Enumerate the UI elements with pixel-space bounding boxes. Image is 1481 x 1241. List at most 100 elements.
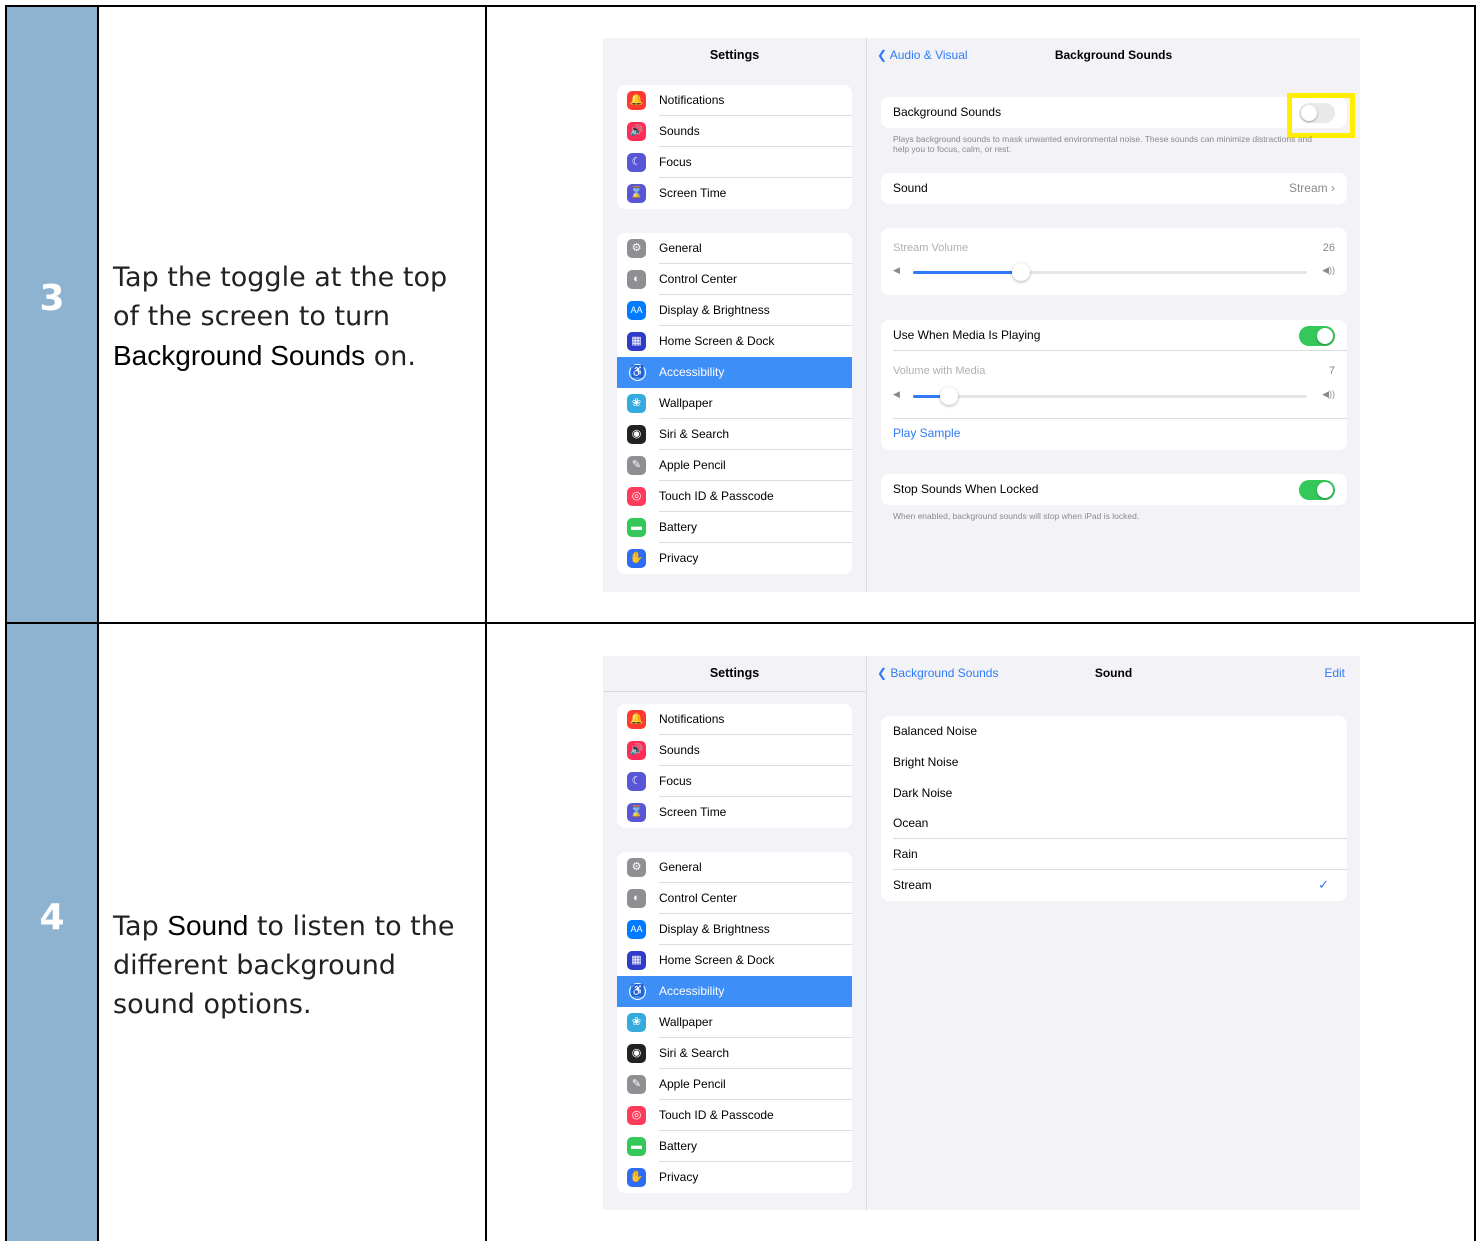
sidebar-item-sounds[interactable]: 🔊 Sounds	[617, 735, 852, 766]
display-icon: AA	[627, 301, 646, 320]
sound-option-label: Ocean	[893, 816, 929, 831]
screenshot-step-4: Settings 🔔 Notifications 🔊 Sounds ☾ Focus ⌛ Scr…	[603, 656, 1360, 1210]
sidebar-item-label: Wallpaper	[659, 1015, 713, 1029]
sidebar-item-label: Siri & Search	[659, 1046, 730, 1060]
accessibility-icon: ♿	[629, 364, 646, 381]
sidebar-item-battery[interactable]: ▬ Battery	[617, 512, 852, 543]
sidebar-title: Settings	[709, 666, 760, 680]
instruction-text: Tap	[113, 911, 168, 942]
sidebar-item-display-brightness[interactable]: AA Display & Brightness	[617, 295, 852, 326]
sidebar-item-apple-pencil[interactable]: ✎ Apple Pencil	[617, 1069, 852, 1100]
volume-low-icon: ◀	[893, 389, 900, 399]
privacy-icon: ✋	[627, 549, 646, 568]
volume-media-label: Volume with Media	[893, 365, 986, 377]
sound-label: Sound	[893, 181, 928, 195]
pencil-icon: ✎	[627, 1075, 646, 1094]
sound-option-stream[interactable]: Stream ✓	[881, 870, 1347, 901]
step-4-instruction: Tap Sound to listen to the different bac…	[113, 906, 478, 1024]
stream-volume-slider[interactable]	[913, 263, 1307, 281]
sidebar-item-siri-search[interactable]: ◉ Siri & Search	[617, 419, 852, 450]
table-border-col1	[97, 5, 99, 1241]
use-media-label: Use When Media Is Playing	[893, 328, 1041, 342]
nav-bar: ❮ Audio & Visual Background Sounds	[867, 38, 1360, 74]
sidebar-item-label: Home Screen & Dock	[659, 953, 775, 967]
settings-sidebar: Settings 🔔 Notifications 🔊 Sounds ☾ Focus ⌛ Scr…	[603, 656, 866, 1210]
sidebar-item-touch-id-passcode[interactable]: ◎ Touch ID & Passcode	[617, 481, 852, 512]
general-icon: ⚙	[627, 239, 646, 258]
wallpaper-icon: ❀	[627, 1013, 646, 1032]
use-media-row: Use When Media Is Playing	[881, 320, 1347, 351]
sidebar-item-label: Touch ID & Passcode	[659, 1108, 774, 1122]
sidebar-item-battery[interactable]: ▬ Battery	[617, 1131, 852, 1162]
bg-sounds-card: Background Sounds	[881, 97, 1347, 128]
use-media-toggle[interactable]	[1299, 326, 1335, 346]
slider-knob[interactable]	[940, 387, 958, 405]
media-card: Use When Media Is Playing Volume with Me…	[881, 320, 1347, 450]
sidebar-item-label: Privacy	[659, 551, 699, 565]
volume-low-icon: ◀	[893, 265, 900, 275]
stream-volume-value: 26	[1322, 242, 1335, 254]
sidebar-item-screen-time[interactable]: ⌛ Screen Time	[617, 178, 852, 209]
sidebar-item-general[interactable]: ⚙ General	[617, 852, 852, 883]
sidebar-item-label: Sounds	[659, 124, 700, 138]
accessibility-icon: ♿	[629, 983, 646, 1000]
volume-high-icon: ◀))	[1322, 389, 1335, 399]
sidebar-item-display-brightness[interactable]: AA Display & Brightness	[617, 914, 852, 945]
sidebar-item-sounds[interactable]: 🔊 Sounds	[617, 116, 852, 147]
sidebar-item-general[interactable]: ⚙ General	[617, 233, 852, 264]
stop-locked-row: Stop Sounds When Locked	[881, 474, 1347, 505]
sidebar-item-screen-time[interactable]: ⌛ Screen Time	[617, 797, 852, 828]
sidebar-item-control-center[interactable]: ◐ Control Center	[617, 264, 852, 295]
sidebar-group-2: ⚙ General ◐ Control Center AA Display & Brigh…	[617, 852, 852, 1193]
stop-locked-label: Stop Sounds When Locked	[893, 482, 1039, 496]
sound-option-ocean[interactable]: Ocean	[881, 808, 1347, 840]
volume-media-slider[interactable]	[913, 387, 1307, 405]
sidebar-group-1: 🔔 Notifications 🔊 Sounds ☾ Focus ⌛ Screen Time	[617, 85, 852, 209]
sidebar-item-label: Home Screen & Dock	[659, 334, 775, 348]
sidebar-item-label: Accessibility	[659, 984, 725, 998]
sound-options-list: Balanced Noise Bright Noise Dark Noise Ocea…	[881, 716, 1347, 901]
sidebar-item-accessibility[interactable]: ♿ Accessibility	[617, 976, 852, 1007]
stop-locked-toggle[interactable]	[1299, 480, 1335, 500]
chevron-right-icon: ›	[1331, 181, 1335, 195]
sidebar-item-wallpaper[interactable]: ❀ Wallpaper	[617, 1007, 852, 1038]
sidebar-item-notifications[interactable]: 🔔 Notifications	[617, 704, 852, 735]
sidebar-item-touch-id-passcode[interactable]: ◎ Touch ID & Passcode	[617, 1100, 852, 1131]
notifications-icon: 🔔	[627, 91, 646, 110]
sidebar-item-siri-search[interactable]: ◉ Siri & Search	[617, 1038, 852, 1069]
battery-icon: ▬	[627, 518, 646, 537]
control-center-icon: ◐	[627, 889, 646, 908]
sidebar-item-label: Apple Pencil	[659, 1077, 726, 1091]
sidebar-item-privacy[interactable]: ✋ Privacy	[617, 1162, 852, 1193]
sidebar-item-apple-pencil[interactable]: ✎ Apple Pencil	[617, 450, 852, 481]
sidebar-item-notifications[interactable]: 🔔 Notifications	[617, 85, 852, 116]
separator	[893, 350, 1347, 351]
nav-title: Background Sounds	[1054, 48, 1173, 62]
sound-option-bright-noise[interactable]: Bright Noise	[881, 747, 1347, 778]
slider-knob[interactable]	[1012, 263, 1030, 281]
play-sample-button[interactable]: Play Sample	[893, 426, 960, 440]
sidebar-item-focus[interactable]: ☾ Focus	[617, 766, 852, 797]
sound-row[interactable]: Sound Stream ›	[881, 173, 1347, 204]
sidebar-item-wallpaper[interactable]: ❀ Wallpaper	[617, 388, 852, 419]
home-screen-icon: ▦	[627, 332, 646, 351]
edit-button[interactable]: Edit	[1324, 666, 1345, 680]
sidebar-item-home-screen-dock[interactable]: ▦ Home Screen & Dock	[617, 326, 852, 357]
sidebar-item-control-center[interactable]: ◐ Control Center	[617, 883, 852, 914]
sidebar-item-accessibility[interactable]: ♿ Accessibility	[617, 357, 852, 388]
sound-option-dark-noise[interactable]: Dark Noise	[881, 778, 1347, 809]
sidebar-item-privacy[interactable]: ✋ Privacy	[617, 543, 852, 574]
sidebar-item-focus[interactable]: ☾ Focus	[617, 147, 852, 178]
sound-option-balanced-noise[interactable]: Balanced Noise	[881, 716, 1347, 747]
step-number: 3	[39, 278, 65, 319]
sidebar-item-label: Siri & Search	[659, 427, 730, 441]
instruction-text: on.	[365, 341, 416, 372]
notifications-icon: 🔔	[627, 710, 646, 729]
volume-media-value: 7	[1328, 365, 1335, 377]
volume-high-icon: ◀))	[1322, 265, 1335, 275]
sound-option-rain[interactable]: Rain	[881, 839, 1347, 870]
sidebar-item-home-screen-dock[interactable]: ▦ Home Screen & Dock	[617, 945, 852, 976]
sidebar-group-2: ⚙ General ◐ Control Center AA Display & Brigh…	[617, 233, 852, 574]
privacy-icon: ✋	[627, 1168, 646, 1187]
separator	[603, 691, 866, 692]
